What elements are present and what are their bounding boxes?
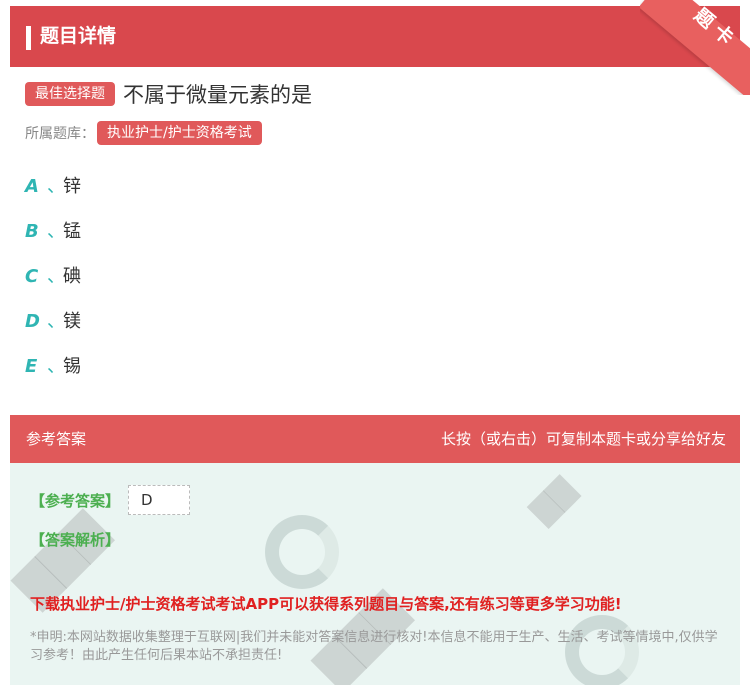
page-title: 题目详情 bbox=[40, 25, 117, 47]
app-download-promo[interactable]: 下载执业护士/护士资格考试考试APP可以获得系列题目与答案,还有练习等更多学习功… bbox=[30, 593, 622, 614]
answer-section-body: ▇▇▇ ▇▇▇ ▇▇ 【参考答案】 D 【答案解析】 下载执业护士/护士资格考试… bbox=[10, 463, 740, 685]
option-letter: D bbox=[25, 311, 40, 332]
option-text: 锡 bbox=[63, 356, 81, 377]
option-letter: B bbox=[25, 221, 39, 242]
header-accent-bar bbox=[26, 26, 31, 50]
option-text: 锌 bbox=[63, 176, 81, 197]
option-text: 碘 bbox=[63, 266, 81, 287]
page-header: 题目详情 bbox=[10, 6, 740, 67]
option-letter: E bbox=[25, 356, 38, 377]
option-letter: C bbox=[25, 266, 39, 287]
question-text: 不属于微量元素的是 bbox=[123, 83, 312, 107]
answer-section-header: 参考答案 长按（或右击）可复制本题卡或分享给好友 bbox=[10, 415, 740, 463]
analysis-label: 【答案解析】 bbox=[30, 531, 121, 549]
share-hint: 长按（或右击）可复制本题卡或分享给好友 bbox=[440, 430, 726, 448]
answer-section-title: 参考答案 bbox=[26, 430, 87, 448]
library-label: 所属题库： bbox=[25, 126, 95, 142]
answer-label: 【参考答案】 bbox=[30, 491, 121, 510]
answer-row: 【参考答案】 D bbox=[30, 485, 191, 515]
option-letter: A bbox=[25, 176, 39, 197]
option-b[interactable]: B 、 锰 bbox=[25, 217, 81, 262]
option-separator: 、 bbox=[47, 176, 65, 197]
library-tag[interactable]: 执业护士/护士资格考试 bbox=[97, 121, 262, 145]
disclaimer-text: *申明:本网站数据收集整理于互联网|我们并未能对答案信息进行核对!本信息不能用于… bbox=[30, 630, 718, 663]
option-text: 镁 bbox=[63, 311, 81, 332]
question-type-badge: 最佳选择题 bbox=[25, 82, 115, 106]
option-c[interactable]: C 、 碘 bbox=[25, 262, 81, 307]
option-separator: 、 bbox=[47, 266, 65, 287]
option-separator: 、 bbox=[47, 356, 65, 377]
option-separator: 、 bbox=[47, 221, 65, 242]
options-list: A 、 锌 B 、 锰 C 、 碘 D 、 镁 E 、 锡 bbox=[25, 172, 81, 397]
answer-value: D bbox=[128, 485, 191, 515]
question-row: 最佳选择题 不属于微量元素的是 bbox=[25, 80, 312, 108]
library-row: 所属题库： 执业护士/护士资格考试 bbox=[25, 120, 262, 146]
option-e[interactable]: E 、 锡 bbox=[25, 352, 81, 397]
option-separator: 、 bbox=[47, 311, 65, 332]
option-d[interactable]: D 、 镁 bbox=[25, 307, 81, 352]
option-a[interactable]: A 、 锌 bbox=[25, 172, 81, 217]
watermark-decoration: ▇▇ bbox=[524, 471, 582, 530]
option-text: 锰 bbox=[63, 221, 81, 242]
corner-ribbon: 题卡 bbox=[640, 0, 750, 95]
watermark-logo-icon bbox=[265, 515, 339, 589]
